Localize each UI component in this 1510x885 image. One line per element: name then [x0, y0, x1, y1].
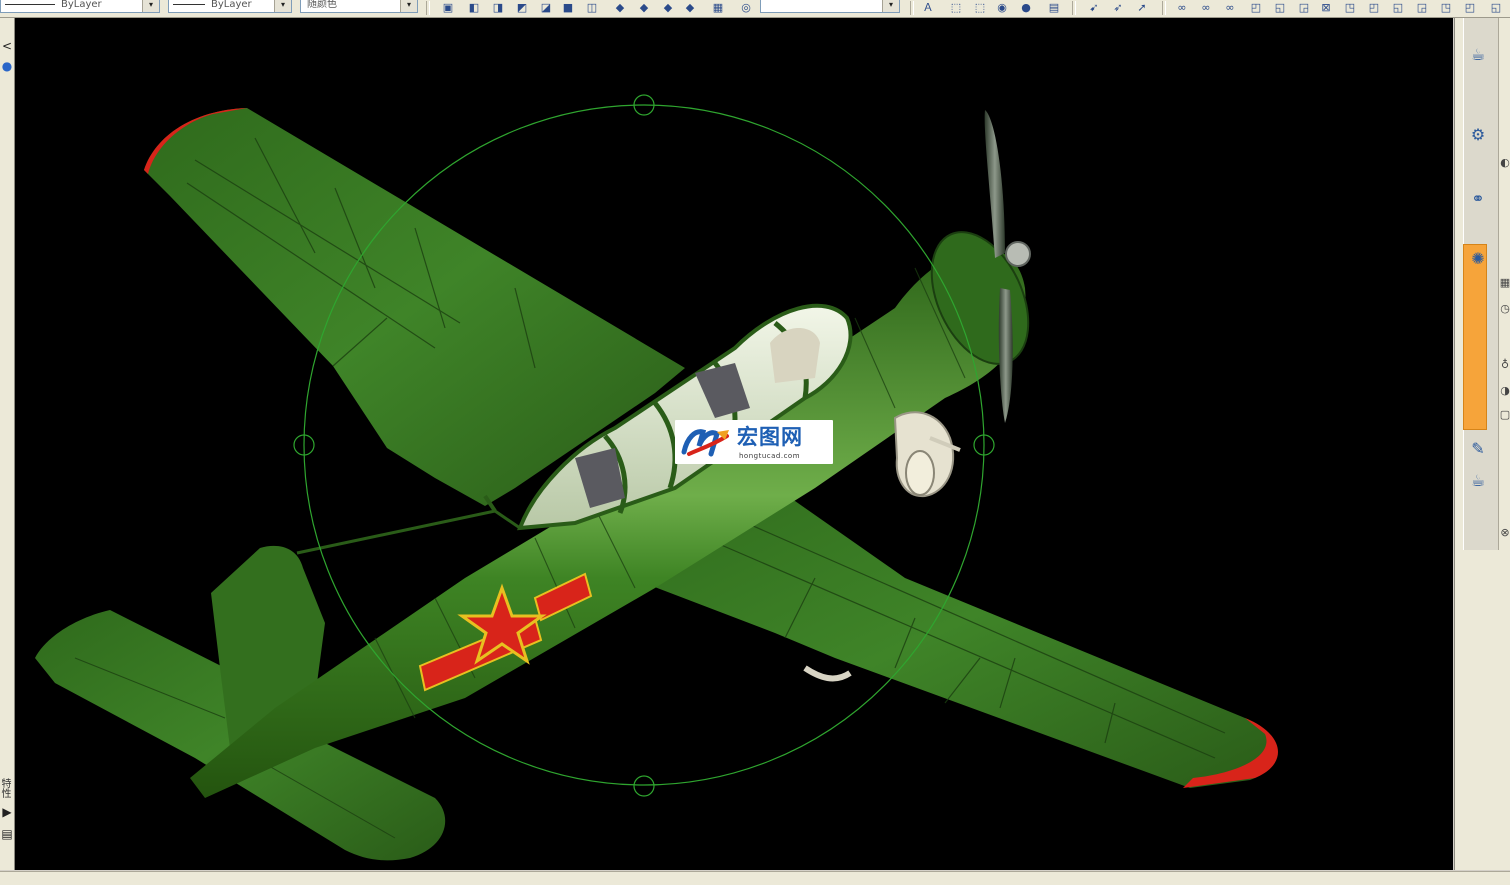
layer-iso-icon[interactable]: ◱	[1272, 1, 1288, 15]
arrow-icon[interactable]: ➚	[1134, 1, 1150, 15]
model-viewport[interactable]: 宏图网 hongtucad.com	[15, 18, 1453, 870]
lineweight-dropdown[interactable]: ByLayer ▾	[168, 0, 292, 13]
top-toolbar: ByLayer ▾ ByLayer ▾ 随颜色 ▾ ▣ ◧ ◨ ◩ ◪ ■ ◫ …	[0, 0, 1510, 18]
layer-state-icon[interactable]: ◰	[1248, 1, 1264, 15]
chevron-down-icon[interactable]: ▾	[882, 0, 899, 12]
layer-delete-icon[interactable]: ◲	[1296, 1, 1312, 15]
linetype-dropdown[interactable]: ByLayer ▾	[0, 0, 160, 13]
main-landing-gear	[893, 411, 961, 498]
chevron-down-icon[interactable]: ▾	[400, 0, 417, 12]
watermark-domain: hongtucad.com	[739, 452, 801, 460]
view-right-icon[interactable]: ◩	[514, 1, 530, 15]
bulb-icon[interactable]: ♁	[1499, 358, 1510, 372]
linetype-swatch	[5, 3, 55, 5]
arrow-left-icon[interactable]: ◐	[1499, 156, 1510, 170]
contrast-icon[interactable]: ◑	[1499, 384, 1510, 398]
box-icon[interactable]: ⬚	[972, 1, 988, 15]
teapot-icon[interactable]: ☕	[1467, 44, 1489, 66]
layer-tools-icon[interactable]: ◳	[1438, 1, 1454, 15]
watermark-title: 宏图网	[737, 425, 803, 449]
visibility-icon[interactable]: ➶	[1110, 1, 1126, 15]
iso-se-icon[interactable]: ◆	[612, 1, 628, 15]
material-icon[interactable]: ●	[1018, 1, 1034, 15]
toolbar-separator	[910, 1, 914, 15]
plotstyle-dropdown[interactable]: 随颜色 ▾	[300, 0, 418, 13]
collapse-arrow-icon[interactable]: <	[1, 40, 13, 52]
view-bottom-icon[interactable]: ■	[560, 1, 576, 15]
iso-nw-icon[interactable]: ◆	[660, 1, 676, 15]
globe-icon: ●	[1, 59, 13, 73]
layer-walk-icon[interactable]: ◰	[1366, 1, 1382, 15]
teapot-small-icon[interactable]: ☕	[1467, 470, 1489, 492]
chevron-down-icon[interactable]: ▾	[142, 0, 159, 12]
layer-merge-icon[interactable]: ◱	[1390, 1, 1406, 15]
status-bar	[0, 871, 1510, 885]
table-icon[interactable]: ▦	[1499, 276, 1510, 290]
watermark-badge: 宏图网 hongtucad.com	[675, 420, 833, 464]
text-icon[interactable]: Ａ	[920, 1, 936, 15]
iso-ne-icon[interactable]: ◆	[636, 1, 652, 15]
lineweight-value: ByLayer	[211, 0, 252, 10]
toolbar-separator	[426, 1, 430, 15]
plotstyle-value: 随颜色	[307, 0, 337, 10]
hongtu-logo-icon	[681, 429, 729, 457]
mirror-icon[interactable]: ▤	[1046, 1, 1062, 15]
clock-icon[interactable]: ◷	[1499, 302, 1510, 316]
layer-copy-icon[interactable]: ◲	[1414, 1, 1430, 15]
chevron-down-icon[interactable]: ▾	[274, 0, 291, 12]
iso-view-icon[interactable]: ◆	[682, 1, 698, 15]
tool-palette: ☕ ⚙ ◐ ⚭ ✺ ▦ ◷ ♁ ◑ ▢ ✎ ☕ ⊗	[1454, 18, 1510, 870]
brush-icon[interactable]: ✎	[1467, 438, 1489, 460]
solid-icon[interactable]: ⬚	[948, 1, 964, 15]
rotate-icon[interactable]: ➹	[1086, 1, 1102, 15]
antenna-wire	[296, 509, 521, 555]
view-left-icon[interactable]: ◨	[490, 1, 506, 15]
view-top-icon[interactable]: ◪	[538, 1, 554, 15]
lineweight-swatch	[173, 3, 205, 5]
toolbar-separator	[1162, 1, 1166, 15]
wrench-icon[interactable]: ⚙	[1467, 124, 1489, 146]
camera-icon[interactable]: ▦	[710, 1, 726, 15]
toolbar-separator	[1072, 1, 1076, 15]
render-icon[interactable]: ◉	[994, 1, 1010, 15]
layer-prev-icon[interactable]: ◰	[1462, 1, 1478, 15]
orbit-icon[interactable]: ◎	[738, 1, 754, 15]
iso-sw-icon[interactable]: ◫	[584, 1, 600, 15]
list-icon[interactable]: ▤	[1, 828, 13, 840]
light-icon[interactable]: ✺	[1467, 248, 1489, 270]
properties-label: 特性	[0, 778, 10, 798]
rear-seat-headrest	[770, 328, 820, 383]
play-icon[interactable]: ▶	[1, 806, 13, 818]
linetype-value: ByLayer	[61, 0, 102, 10]
close-small-icon[interactable]: ⊗	[1499, 526, 1510, 540]
layer-freeze-icon[interactable]: ∞	[1198, 1, 1214, 15]
spheres-icon[interactable]: ⚭	[1467, 188, 1489, 210]
layer-lock-icon[interactable]: ∞	[1222, 1, 1238, 15]
rear-wheel	[803, 665, 852, 682]
palette-active-tab[interactable]	[1463, 244, 1487, 430]
view-front-icon[interactable]: ▣	[440, 1, 456, 15]
square-icon[interactable]: ▢	[1499, 408, 1510, 422]
view-back-icon[interactable]: ◧	[466, 1, 482, 15]
layer-match-icon[interactable]: ◳	[1342, 1, 1358, 15]
properties-strip[interactable]: < ● 特性 ▶ ▤	[0, 18, 15, 870]
layer-off-icon[interactable]: ∞	[1174, 1, 1190, 15]
view-dropdown[interactable]: ▾	[760, 0, 900, 13]
layer-remove-icon[interactable]: ⊠	[1318, 1, 1334, 15]
layer-next-icon[interactable]: ◱	[1488, 1, 1504, 15]
